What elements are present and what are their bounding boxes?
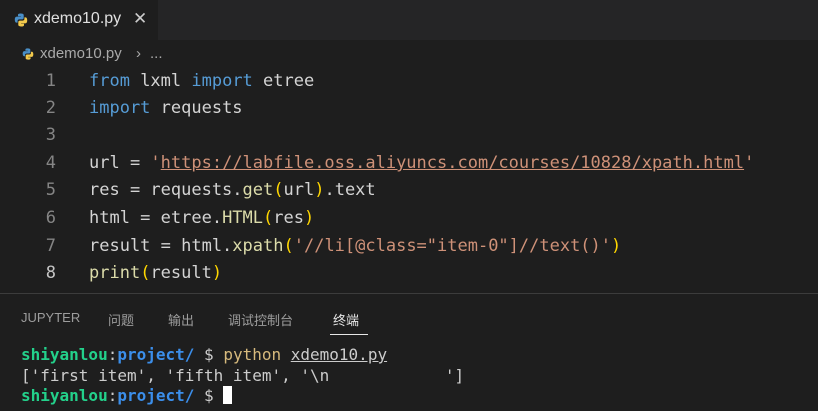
line-number: 4 — [45, 153, 56, 173]
editor-tab-bar: xdemo10.py ✕ — [0, 0, 818, 40]
tab-jupyter[interactable]: JUPYTER — [21, 310, 80, 325]
code-text: res = requests.get(url).text — [89, 180, 376, 200]
code-line: 4 url = 'https://labfile.oss.aliyuncs.co… — [0, 150, 818, 177]
code-text: print(result) — [89, 263, 223, 283]
code-line: 3 — [0, 122, 818, 149]
breadcrumb-more[interactable]: ... — [150, 45, 163, 62]
code-text: import requests — [89, 98, 243, 118]
breadcrumb: xdemo10.py › ... — [0, 40, 818, 68]
code-line: 7 result = html.xpath('//li[@class="item… — [0, 233, 818, 260]
line-number: 1 — [45, 71, 56, 91]
code-line: 6 html = etree.HTML(res) — [0, 205, 818, 232]
code-text: url = 'https://labfile.oss.aliyuncs.com/… — [89, 153, 755, 173]
active-tab-indicator — [330, 334, 368, 335]
tab-xdemo10[interactable]: xdemo10.py ✕ — [0, 0, 158, 40]
line-number: 2 — [45, 98, 56, 118]
code-line: 2 import requests — [0, 95, 818, 122]
code-text: html = etree.HTML(res) — [89, 208, 315, 228]
code-line: 1 from lxml import etree — [0, 68, 818, 95]
code-line: 5 res = requests.get(url).text — [0, 177, 818, 204]
terminal-line: shiyanlou:project/ $ python xdemo10.py — [21, 345, 388, 364]
breadcrumb-file[interactable]: xdemo10.py — [40, 45, 122, 62]
line-number: 6 — [45, 208, 56, 228]
python-file-icon — [22, 48, 34, 60]
url-link: https://labfile.oss.aliyuncs.com/courses… — [160, 153, 745, 173]
line-number: 3 — [45, 125, 56, 145]
tab-problems[interactable]: 问题 — [108, 310, 134, 329]
tab-debug-console[interactable]: 调试控制台 — [228, 310, 293, 329]
python-file-icon — [14, 13, 28, 27]
terminal-output: ['first item', 'fifth item', '\n '] — [21, 366, 465, 385]
line-number: 7 — [45, 236, 56, 256]
tab-terminal[interactable]: 终端 — [333, 310, 359, 329]
line-number: 8 — [45, 263, 56, 283]
code-line: 8 print(result) — [0, 260, 818, 287]
line-number: 5 — [45, 180, 56, 200]
terminal-prompt[interactable]: shiyanlou:project/ $ — [21, 385, 233, 407]
chevron-right-icon: › — [136, 45, 141, 62]
bottom-panel: JUPYTER 问题 输出 调试控制台 终端 shiyanlou:project… — [0, 293, 818, 411]
tab-output[interactable]: 输出 — [168, 310, 194, 329]
terminal-cursor — [223, 386, 233, 404]
code-text: result = html.xpath('//li[@class="item-0… — [89, 236, 622, 256]
close-icon[interactable]: ✕ — [133, 9, 147, 29]
tab-filename: xdemo10.py — [34, 10, 122, 27]
code-text: from lxml import etree — [89, 71, 315, 91]
code-editor[interactable]: 1 from lxml import etree 2 import reques… — [0, 68, 818, 290]
